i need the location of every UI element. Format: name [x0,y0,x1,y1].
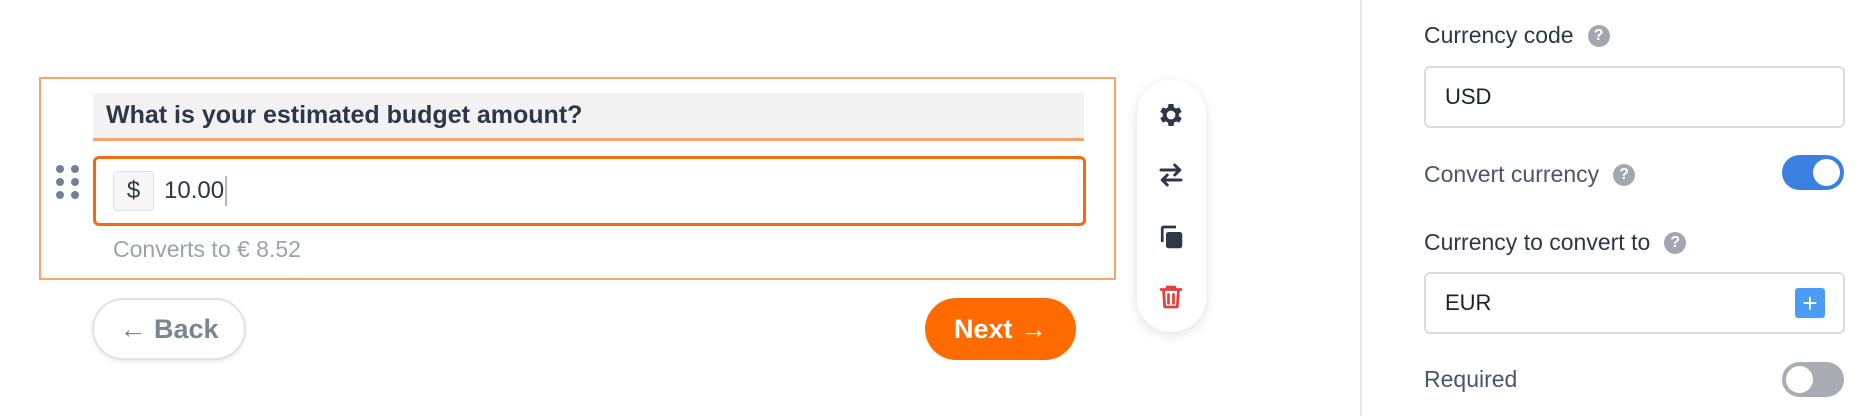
conversion-hint: Converts to € 8.52 [113,236,301,262]
currency-code-field[interactable]: USD [1424,66,1845,128]
convert-to-label: Currency to convert to [1424,229,1651,255]
currency-code-label: Currency code [1424,22,1574,48]
convert-to-value: EUR [1445,290,1492,315]
back-button[interactable]: ← Back [92,298,246,360]
form-canvas: What is your estimated budget amount? $ … [0,0,1360,416]
drag-handle-icon[interactable] [56,165,80,199]
help-icon[interactable]: ? [1613,163,1636,186]
required-toggle[interactable] [1782,362,1844,397]
help-icon[interactable]: ? [1664,231,1687,254]
currency-prefix: $ [113,171,154,211]
trash-icon[interactable] [1154,280,1188,314]
add-icon[interactable]: + [1795,288,1825,318]
next-button[interactable]: Next → [925,298,1076,360]
settings-panel: Currency code ? USD Convert currency ? C… [1396,0,1872,416]
panel-divider [1360,0,1362,416]
amount-value: 10.00 [164,177,225,204]
question-title[interactable]: What is your estimated budget amount? [93,93,1084,141]
help-icon[interactable]: ? [1587,24,1610,47]
convert-currency-toggle[interactable] [1782,155,1844,190]
required-label: Required [1424,366,1518,392]
convert-currency-label: Convert currency [1424,161,1600,187]
swap-arrows-icon[interactable] [1154,158,1188,192]
copy-icon[interactable] [1154,220,1188,254]
block-toolbar [1137,80,1206,332]
text-caret [225,176,228,206]
convert-to-field[interactable]: EUR + [1424,272,1845,334]
question-block[interactable]: What is your estimated budget amount? $ … [39,77,1116,280]
gear-icon[interactable] [1154,98,1188,132]
amount-input[interactable]: $ 10.00 [93,156,1086,226]
